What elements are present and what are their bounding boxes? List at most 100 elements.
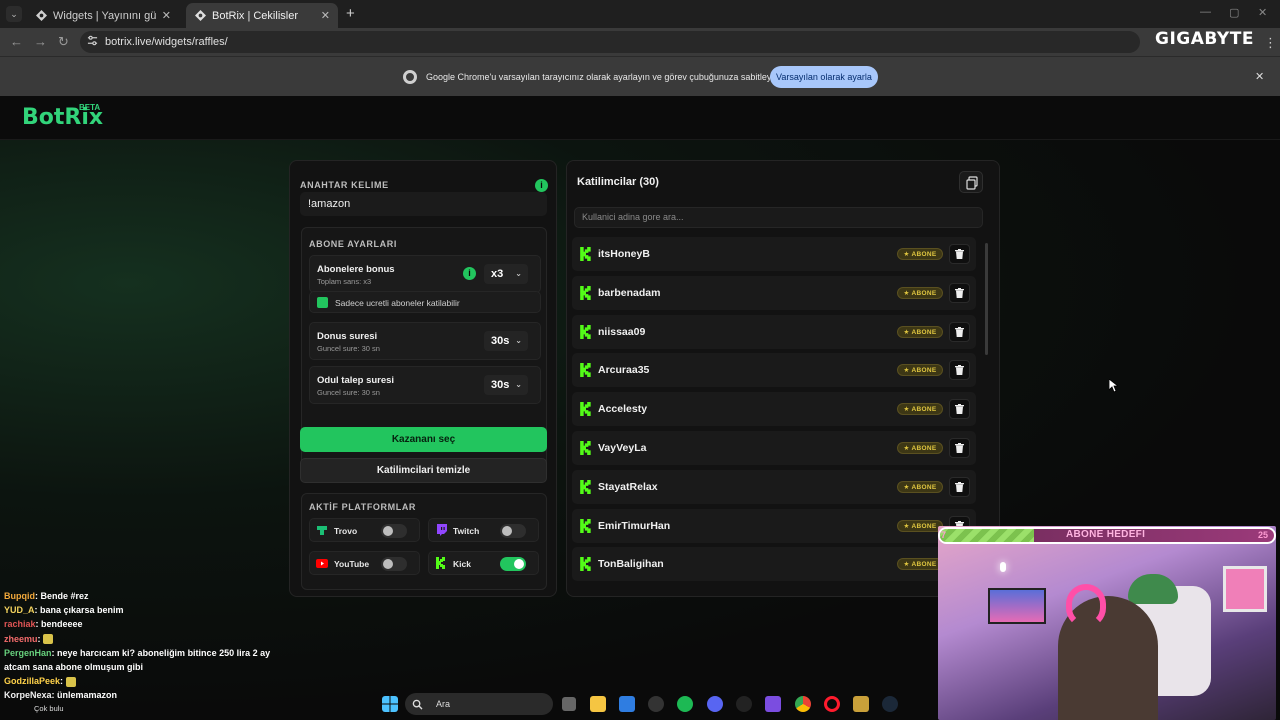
platform-name: Kick — [453, 559, 471, 569]
close-tab-icon[interactable]: ✕ — [321, 9, 330, 22]
taskbar-search[interactable]: Ara — [405, 693, 553, 715]
goal-title: ABONE HEDEFI — [1066, 529, 1146, 540]
kick-icon — [435, 557, 447, 569]
tab-widgets[interactable]: Widgets | Yayınını güçlendirmek ✕ — [27, 3, 179, 28]
clear-participants-button[interactable]: Katilimcilari temizle — [300, 458, 547, 483]
info-icon[interactable]: i — [535, 179, 548, 192]
botrix-favicon-icon — [35, 10, 47, 22]
trovo-icon — [316, 524, 328, 536]
participant-row[interactable]: niissaa09 ★ ABONE — [572, 314, 976, 349]
participant-name: VayVeyLa — [598, 442, 647, 454]
subscriber-badge: ★ ABONE — [897, 403, 943, 416]
remove-participant-button[interactable] — [949, 399, 970, 420]
discord-icon[interactable] — [707, 696, 723, 712]
remove-participant-button[interactable] — [949, 321, 970, 342]
task-view-icon[interactable] — [562, 697, 576, 711]
beta-badge: BETA — [79, 103, 101, 112]
chat-message: YUD_A: bana çıkarsa benim — [4, 605, 124, 616]
windows-start-icon[interactable] — [382, 696, 398, 712]
subscriber-badge: ★ ABONE — [897, 558, 943, 571]
keyword-input[interactable]: !amazon — [300, 192, 547, 216]
close-infobar-icon[interactable]: ✕ — [1255, 70, 1264, 83]
tab-raffles[interactable]: BotRix | Cekilisler ✕ — [186, 3, 338, 28]
app-icon[interactable] — [736, 696, 752, 712]
steam-icon[interactable] — [882, 696, 898, 712]
browser-tab-bar: ⌄ Widgets | Yayınını güçlendirmek ✕ BotR… — [0, 0, 1280, 28]
file-explorer-icon[interactable] — [590, 696, 606, 712]
kick-toggle[interactable] — [500, 557, 526, 571]
trash-icon — [955, 481, 964, 492]
participant-row[interactable]: TonBaligihan ★ ABONE — [572, 547, 976, 582]
opera-icon[interactable] — [824, 696, 840, 712]
remove-participant-button[interactable] — [949, 438, 970, 458]
keyword-label: ANAHTAR KELIME — [300, 180, 389, 190]
new-tab-button[interactable]: + — [346, 5, 355, 22]
participant-row[interactable]: itsHoneyB ★ ABONE — [572, 237, 976, 271]
minimize-icon[interactable]: — — [1200, 6, 1211, 18]
kick-icon — [580, 518, 591, 533]
headset-icon — [1066, 584, 1106, 628]
tab-search-dropdown[interactable]: ⌄ — [6, 6, 22, 22]
site-settings-icon[interactable] — [87, 35, 98, 46]
remove-participant-button[interactable] — [949, 360, 970, 381]
app-grid-icon[interactable] — [765, 696, 781, 712]
remove-participant-button[interactable] — [949, 282, 970, 303]
search-icon — [412, 699, 423, 710]
league-icon[interactable] — [853, 696, 869, 712]
subscriber-section-label: ABONE AYARLARI — [309, 239, 397, 249]
bonus-multiplier-select[interactable]: x3 ⌄ — [484, 264, 528, 284]
copy-button[interactable] — [959, 171, 983, 193]
goal-target: 25 — [1258, 530, 1269, 540]
browser-menu-icon[interactable]: ⋮ — [1264, 35, 1277, 51]
bonus-value: x3 — [491, 268, 504, 280]
mail-icon[interactable] — [619, 696, 635, 712]
twitch-toggle[interactable] — [500, 524, 526, 538]
participant-row[interactable]: barbenadam ★ ABONE — [572, 275, 976, 310]
remove-participant-button[interactable] — [949, 476, 970, 497]
platform-kick: Kick — [428, 551, 539, 575]
close-window-icon[interactable]: ✕ — [1258, 6, 1267, 19]
claim-time-select[interactable]: 30s ⌄ — [484, 375, 528, 395]
paid-only-checkbox[interactable] — [317, 297, 328, 308]
mouse-cursor-icon — [1109, 379, 1118, 393]
participant-row[interactable]: Accelesty ★ ABONE — [572, 392, 976, 427]
participant-search-input[interactable]: Kullanici adina gore ara... — [574, 207, 983, 228]
back-icon[interactable]: ← — [10, 34, 23, 49]
participant-row[interactable]: Arcuraa35 ★ ABONE — [572, 353, 976, 388]
participant-row[interactable]: VayVeyLa ★ ABONE — [572, 431, 976, 465]
trovo-toggle[interactable] — [381, 524, 407, 538]
youtube-toggle[interactable] — [381, 557, 407, 571]
subscriber-badge: ★ ABONE — [897, 442, 943, 454]
spotify-icon[interactable] — [677, 696, 693, 712]
paid-only-row[interactable]: Sadece ucretli aboneler katilabilir — [309, 291, 541, 313]
chrome-icon[interactable] — [795, 696, 811, 712]
active-platforms: AKTİF PLATFORMLAR Trovo Twitch YouTube K… — [301, 493, 547, 590]
duration-subtitle: Guncel sure: 30 sn — [317, 344, 380, 353]
participant-row[interactable]: EmirTimurHan ★ ABONE — [572, 508, 976, 543]
participant-name: Accelesty — [598, 403, 648, 416]
pick-winner-button[interactable]: Kazananı seç — [300, 427, 547, 452]
subscriber-badge: ★ ABONE — [897, 248, 943, 260]
forward-icon[interactable]: → — [34, 34, 47, 49]
remove-participant-button[interactable] — [949, 244, 970, 264]
raffle-settings-panel: ANAHTAR KELIME i !amazon ABONE AYARLARI … — [289, 160, 557, 597]
kick-icon — [580, 557, 591, 572]
paid-only-label: Sadece ucretli aboneler katilabilir — [335, 298, 460, 308]
reload-icon[interactable]: ↻ — [58, 34, 69, 50]
brand-watermark: GIGABYTE — [1155, 29, 1254, 49]
maximize-icon[interactable]: ▢ — [1229, 6, 1239, 19]
participant-row[interactable]: StayatRelax ★ ABONE — [572, 469, 976, 504]
obs-icon[interactable] — [648, 696, 664, 712]
youtube-icon — [316, 557, 328, 569]
participants-panel: Katilimcilar (30) Kullanici adina gore a… — [566, 160, 1000, 597]
chat-message: GodzillaPeek: — [4, 674, 284, 688]
duration-select[interactable]: 30s ⌄ — [484, 331, 528, 351]
url-field[interactable]: botrix.live/widgets/raffles/ — [80, 31, 1140, 53]
trash-icon — [955, 404, 964, 415]
info-icon[interactable]: i — [463, 267, 476, 280]
set-default-button[interactable]: Varsayılan olarak ayarla — [770, 66, 878, 88]
close-tab-icon[interactable]: ✕ — [162, 9, 171, 22]
trash-icon — [955, 365, 964, 376]
default-browser-infobar: Google Chrome'u varsayılan tarayıcınız o… — [0, 56, 1280, 96]
list-scrollbar[interactable] — [985, 243, 988, 355]
